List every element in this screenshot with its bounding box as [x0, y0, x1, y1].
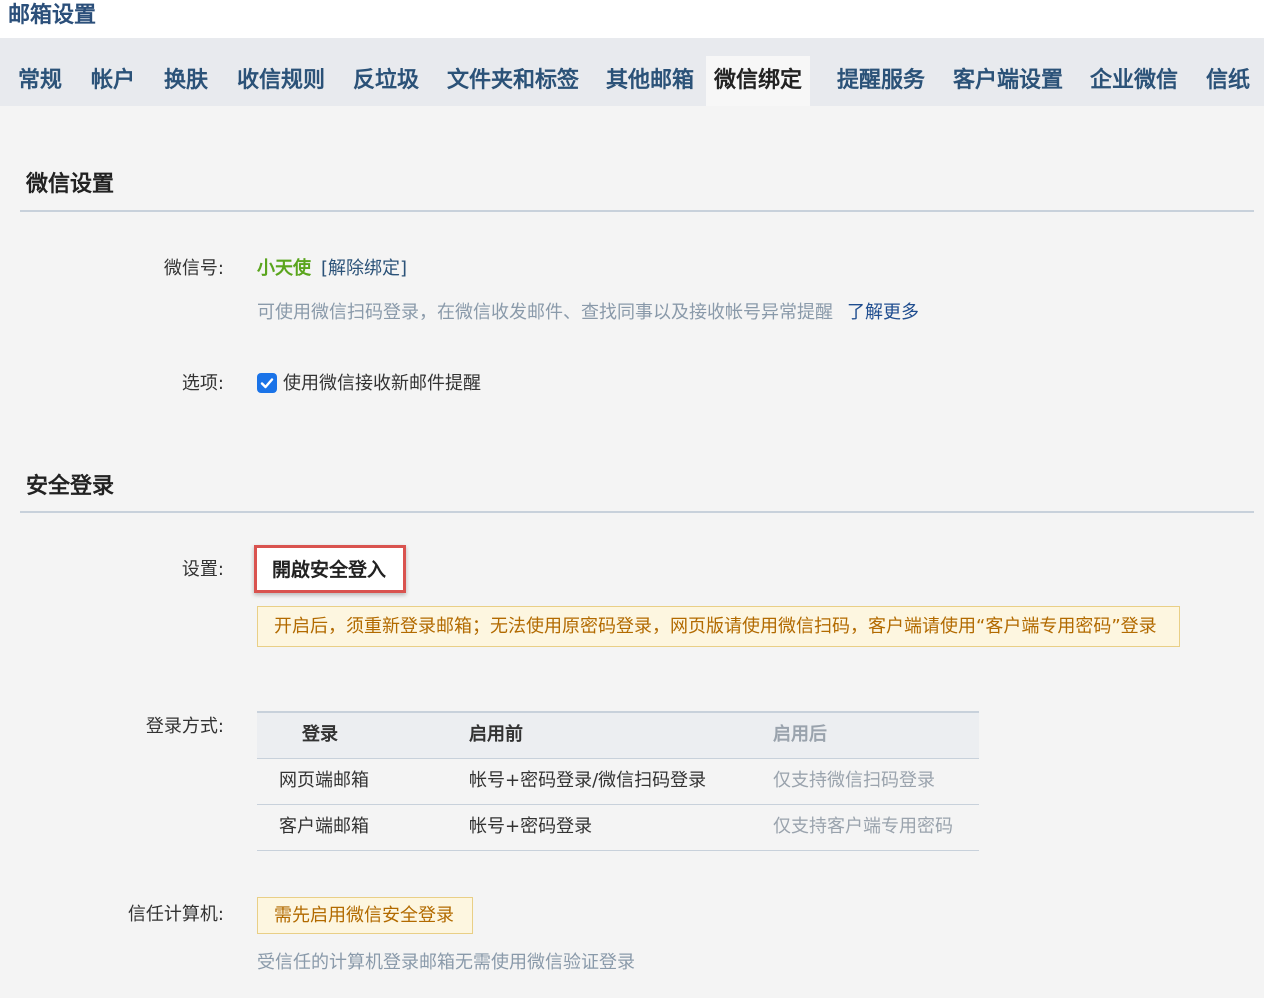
table-header-row: 登录 启用前 启用后	[257, 711, 979, 759]
trusted-computer-hint: 受信任的计算机登录邮箱无需使用微信验证登录	[257, 952, 635, 973]
tab-skin[interactable]: 换肤	[164, 56, 208, 106]
secure-login-warning-text: 开启后，须重新登录邮箱；无法使用原密码登录，网页版请使用微信扫码，客户端请使用“…	[274, 616, 1157, 637]
trusted-computer-notice: 需先启用微信安全登录	[257, 897, 473, 934]
tab-client-settings[interactable]: 客户端设置	[953, 56, 1063, 106]
wechat-description: 可使用微信扫码登录，在微信收发邮件、查找同事以及接收帐号异常提醒	[257, 302, 833, 323]
table-cell-after: 仅支持客户端专用密码	[773, 816, 953, 837]
enable-secure-login-label: 開啟安全登入	[272, 559, 387, 581]
tab-other-mailbox[interactable]: 其他邮箱	[606, 56, 694, 106]
login-method-label: 登录方式:	[145, 716, 224, 737]
tab-mail-rules[interactable]: 收信规则	[237, 56, 325, 106]
unbind-link[interactable]: [解除绑定]	[321, 256, 407, 282]
top-bar: 邮箱设置	[0, 0, 1264, 38]
trusted-computer-label: 信任计算机:	[127, 904, 224, 925]
table-header-after: 启用后	[773, 724, 827, 745]
table-cell-after: 仅支持微信扫码登录	[773, 770, 935, 791]
wechat-id-value: 小天使	[257, 258, 311, 279]
settings-label: 设置:	[181, 559, 224, 580]
table-cell-login: 网页端邮箱	[279, 770, 369, 791]
tab-reminder-service[interactable]: 提醒服务	[837, 56, 925, 106]
table-header-before: 启用前	[469, 724, 523, 745]
section-divider	[20, 210, 1254, 212]
enable-secure-login-button[interactable]: 開啟安全登入	[254, 545, 406, 593]
settings-tab-bar: 常规 帐户 换肤 收信规则 反垃圾 文件夹和标签 其他邮箱 微信绑定 提醒服务 …	[0, 38, 1264, 106]
new-mail-reminder-checkbox[interactable]	[257, 373, 277, 393]
tab-general[interactable]: 常规	[18, 56, 62, 106]
table-row: 客户端邮箱 帐号+密码登录 仅支持客户端专用密码	[257, 805, 979, 851]
section-divider	[20, 511, 1254, 513]
tab-account[interactable]: 帐户	[91, 56, 135, 106]
tab-stationery[interactable]: 信纸	[1206, 56, 1250, 106]
secure-login-title: 安全登录	[26, 474, 115, 499]
table-row: 网页端邮箱 帐号+密码登录/微信扫码登录 仅支持微信扫码登录	[257, 759, 979, 805]
page-title: 邮箱设置	[8, 3, 97, 28]
options-label: 选项:	[181, 373, 224, 394]
table-header-login: 登录	[302, 724, 338, 745]
checkmark-icon	[260, 378, 274, 389]
wechat-settings-title: 微信设置	[26, 172, 115, 197]
tab-folders-labels[interactable]: 文件夹和标签	[447, 56, 579, 106]
table-cell-login: 客户端邮箱	[279, 816, 369, 837]
tab-enterprise-wechat[interactable]: 企业微信	[1090, 56, 1178, 106]
login-method-table: 登录 启用前 启用后 网页端邮箱 帐号+密码登录/微信扫码登录 仅支持微信扫码登…	[257, 711, 979, 851]
wechat-id-label: 微信号:	[163, 258, 224, 279]
learn-more-link[interactable]: 了解更多	[847, 300, 919, 326]
tab-wechat-binding[interactable]: 微信绑定	[706, 56, 811, 106]
table-cell-before: 帐号+密码登录/微信扫码登录	[469, 770, 707, 791]
table-cell-before: 帐号+密码登录	[469, 816, 593, 837]
trusted-computer-notice-text: 需先启用微信安全登录	[274, 905, 454, 926]
new-mail-reminder-label[interactable]: 使用微信接收新邮件提醒	[283, 371, 481, 397]
secure-login-warning: 开启后，须重新登录邮箱；无法使用原密码登录，网页版请使用微信扫码，客户端请使用“…	[257, 606, 1180, 647]
tab-anti-spam[interactable]: 反垃圾	[353, 56, 419, 106]
